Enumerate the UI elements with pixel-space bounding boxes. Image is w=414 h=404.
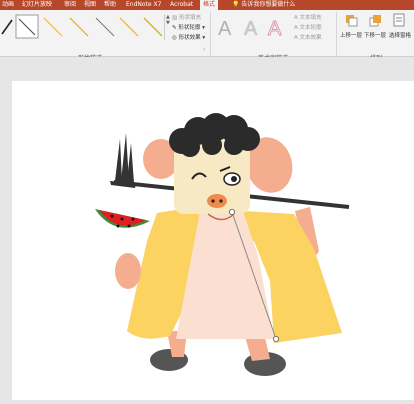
shape-fill-button[interactable]: ▨ 形状填充 <box>172 13 201 21</box>
slide[interactable] <box>12 81 414 400</box>
tab-slideshow[interactable]: 幻灯片放映 <box>22 0 52 10</box>
ribbon-divider <box>336 12 337 56</box>
line-style-swatch[interactable] <box>1 19 13 35</box>
selection-pane-button[interactable]: 选择窗格 <box>389 31 411 39</box>
text-effects-icon: A <box>294 35 298 41</box>
shape-effects-button[interactable]: ◎ 形状效果 ▾ <box>172 33 205 41</box>
ribbon-divider <box>210 12 211 56</box>
shape-effects-icon: ◎ <box>172 35 177 41</box>
tab-view[interactable]: 视图 <box>84 0 96 10</box>
shape-style-gallery <box>1 14 163 39</box>
wordart-style-shadow[interactable]: A <box>244 18 257 41</box>
wordart-style-outline[interactable]: A <box>267 18 281 41</box>
paint-bucket-icon: ▨ <box>172 15 178 21</box>
wordart-style-plain[interactable]: A <box>218 18 231 41</box>
text-fill-button[interactable]: A 文本填充 <box>294 13 322 21</box>
ribbon-tab-bar: 动画 幻灯片放映 审阅 视图 帮助 EndNote X7 Acrobat 格式 … <box>0 0 414 10</box>
lightbulb-icon: 💡 <box>232 1 240 8</box>
tab-animations[interactable]: 动画 <box>2 0 14 10</box>
send-backward-button[interactable]: 下移一层 <box>364 31 386 39</box>
arrange-icons <box>346 13 405 27</box>
shape-outline-button[interactable]: ✎ 形状轮廓 ▾ <box>172 23 205 31</box>
left-arm[interactable] <box>115 253 141 289</box>
tab-endnote[interactable]: EndNote X7 <box>126 0 161 10</box>
tab-format[interactable]: 格式 <box>200 0 219 10</box>
snout <box>207 194 227 208</box>
bring-forward-icon[interactable] <box>346 15 358 27</box>
bring-forward-button[interactable]: 上移一层 <box>340 31 362 39</box>
line-style-swatch[interactable] <box>43 17 63 37</box>
line-style-swatch[interactable] <box>119 17 139 37</box>
selection-pane-icon[interactable] <box>393 13 405 27</box>
line-style-swatch[interactable] <box>69 17 89 37</box>
gallery-scroll[interactable]: ▲ ▼ <box>164 14 170 40</box>
line-end-handle <box>272 335 280 343</box>
watermelon-slice[interactable] <box>95 209 150 228</box>
line-start-handle <box>228 208 236 216</box>
line-style-swatch[interactable] <box>143 17 163 37</box>
pencil-icon: ✎ <box>172 25 177 31</box>
pig-illustration <box>95 113 350 376</box>
dialog-launcher-icon[interactable]: ⌟ <box>203 45 205 51</box>
hair[interactable] <box>169 113 260 157</box>
send-backward-icon[interactable] <box>369 15 381 27</box>
chevron-down-icon: ▼ <box>166 20 170 26</box>
text-outline-button[interactable]: A 文本轮廓 <box>294 23 322 31</box>
text-outline-icon: A <box>294 25 298 31</box>
text-effects-button[interactable]: A 文本效果 <box>294 33 322 41</box>
tab-help[interactable]: 帮助 <box>104 0 116 10</box>
ribbon: ▲ ▼ ▨ 形状填充 ✎ 形状轮廓 ▾ ◎ 形状效果 ▾ 形状样式 ⌟ A A … <box>0 10 414 62</box>
tell-me-box[interactable]: 💡 告诉我你想要做什么 <box>232 0 295 10</box>
line-style-swatch-selected[interactable] <box>15 14 39 39</box>
slide-canvas <box>0 57 414 400</box>
tell-me-text: 告诉我你想要做什么 <box>241 1 296 8</box>
tab-review[interactable]: 审阅 <box>64 0 76 10</box>
line-style-swatch[interactable] <box>95 17 115 37</box>
tab-acrobat[interactable]: Acrobat <box>170 0 193 10</box>
text-fill-icon: A <box>294 15 298 21</box>
